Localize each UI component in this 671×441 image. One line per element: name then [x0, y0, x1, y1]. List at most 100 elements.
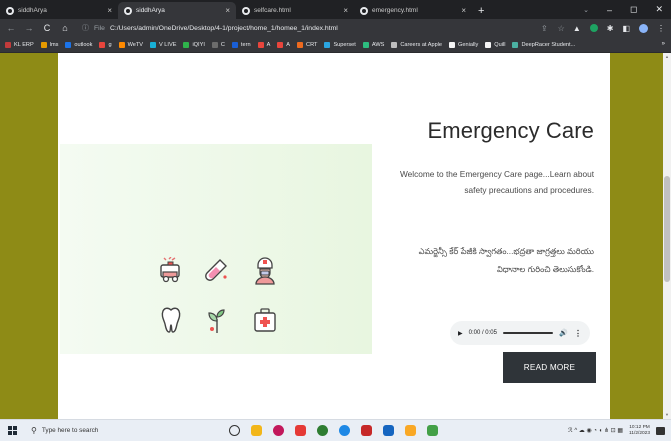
bookmark-item[interactable]: lms	[40, 41, 58, 48]
play-icon[interactable]: ▶	[458, 330, 463, 337]
volume-icon[interactable]: 🔊	[559, 329, 568, 337]
browser-menu-icon[interactable]: ⋮	[657, 24, 665, 33]
taskbar-search[interactable]: ⚲ Type here to search	[31, 426, 181, 435]
bookmark-item[interactable]: WeTV	[118, 41, 144, 48]
tab-close-icon[interactable]: ×	[107, 6, 112, 15]
scroll-up-arrow-icon[interactable]: ▲	[664, 54, 670, 60]
tab-favicon-icon	[6, 6, 14, 15]
bookmark-favicon-icon	[211, 41, 218, 48]
browser-tab[interactable]: siddhArya ×	[0, 2, 118, 19]
bookmark-favicon-icon	[5, 41, 11, 48]
app-icon[interactable]	[339, 425, 350, 436]
close-window-button[interactable]: ✕	[655, 4, 663, 15]
extensions-puzzle-icon[interactable]: ✱	[607, 24, 614, 33]
audio-player[interactable]: ▶ 0:00 / 0:05 🔊 ⋮	[450, 321, 590, 345]
bookmark-star-icon[interactable]: ☆	[558, 24, 565, 33]
scrollbar-thumb[interactable]	[664, 176, 670, 282]
bookmark-favicon-icon	[150, 41, 157, 48]
app-icon[interactable]	[427, 425, 438, 436]
share-icon[interactable]: ⇪	[541, 24, 548, 33]
bookmark-label: iQIYI	[192, 41, 205, 48]
bookmarks-overflow-button[interactable]: »	[662, 41, 665, 47]
brave-browser-icon[interactable]	[295, 425, 306, 436]
back-button[interactable]: ←	[6, 23, 16, 33]
windows-start-icon[interactable]	[8, 426, 17, 435]
browser-tab[interactable]: emergency.html ×	[354, 2, 472, 19]
bookmark-item[interactable]: V LIVE	[150, 41, 177, 48]
clock[interactable]: 10:12 PM 11/2/2023	[629, 425, 650, 437]
bookmark-label: Careers at Apple	[400, 41, 443, 48]
bookmark-favicon-icon	[485, 41, 492, 48]
side-panel-icon[interactable]: ◧	[622, 24, 630, 33]
bookmark-label: Superset	[333, 41, 356, 48]
minimize-button[interactable]: –	[607, 5, 612, 15]
bookmark-label: g	[108, 41, 112, 48]
bookmark-item[interactable]: iQIYI	[183, 41, 205, 48]
tooth-icon	[161, 307, 181, 333]
bookmark-item[interactable]: g	[99, 41, 112, 48]
page-scrollbar[interactable]: ▲ ▼	[663, 53, 671, 419]
tray-icons[interactable]: ℛ ^ ☁ ◉ ◔ ◖ ⋔ ⊡ ▦	[568, 427, 623, 434]
bookmark-item[interactable]: Careers at Apple	[391, 41, 443, 48]
cortana-icon[interactable]	[229, 425, 240, 436]
scroll-down-arrow-icon[interactable]: ▼	[664, 412, 670, 418]
tab-close-icon[interactable]: ×	[461, 6, 466, 15]
bookmark-favicon-icon	[512, 41, 519, 48]
bookmark-item[interactable]: AWS	[362, 41, 384, 48]
bookmark-item[interactable]: CRT	[297, 41, 317, 48]
system-tray: ℛ ^ ☁ ◉ ◔ ◖ ⋔ ⊡ ▦ 10:12 PM 11/2/2023	[568, 420, 665, 441]
tab-close-icon[interactable]: ×	[225, 6, 230, 15]
bookmark-label: Quill	[494, 41, 506, 48]
bookmark-label: tern	[240, 41, 251, 48]
bookmark-item[interactable]: KL ERP	[5, 41, 34, 48]
app-icon[interactable]	[273, 425, 284, 436]
bookmark-label: V LIVE	[159, 41, 177, 48]
new-tab-button[interactable]: +	[472, 5, 490, 19]
home-button[interactable]: ⌂	[60, 23, 70, 33]
browser-tab-active[interactable]: siddhArya ×	[118, 2, 236, 19]
tab-title: selfcare.html	[254, 7, 291, 14]
bookmark-favicon-icon	[297, 41, 304, 48]
tab-favicon-icon	[360, 6, 368, 15]
bookmark-favicon-icon	[277, 41, 284, 48]
profile-avatar[interactable]	[639, 23, 648, 33]
tab-close-icon[interactable]: ×	[343, 6, 348, 15]
bookmark-favicon-icon	[231, 41, 238, 48]
bookmark-item[interactable]: A	[277, 41, 290, 48]
bookmark-item[interactable]: Superset	[324, 41, 356, 48]
audio-progress-track[interactable]	[502, 332, 554, 334]
url-text[interactable]: C:/Users/admin/OneDrive/Desktop/4-1/proj…	[110, 25, 338, 32]
notification-icon[interactable]	[656, 426, 665, 435]
read-more-button[interactable]: READ MORE	[503, 352, 596, 383]
bookmark-item[interactable]: C	[211, 41, 225, 48]
extension-icon[interactable]: ▲	[573, 24, 581, 33]
browser-tab[interactable]: selfcare.html ×	[236, 2, 354, 19]
app-icon[interactable]	[361, 425, 372, 436]
windows-taskbar: ⚲ Type here to search ℛ ^ ☁ ◉ ◔ ◖ ⋔ ⊡ ▦ …	[0, 419, 671, 441]
bookmark-item[interactable]: Genially	[449, 41, 478, 48]
app-icon[interactable]	[383, 425, 394, 436]
bookmark-item[interactable]: DeepRacer Student...	[512, 41, 575, 48]
bookmark-item[interactable]: tern	[231, 41, 251, 48]
bookmark-favicon-icon	[183, 41, 190, 48]
maximize-button[interactable]: ◻	[630, 4, 637, 15]
bookmark-favicon-icon	[449, 41, 456, 48]
bookmark-label: WeTV	[127, 41, 144, 48]
tab-title: siddhArya	[18, 7, 47, 14]
bookmark-item[interactable]: A	[257, 41, 270, 48]
bookmark-item[interactable]: Quill	[485, 41, 506, 48]
more-options-icon[interactable]: ⋮	[574, 329, 582, 338]
reload-button[interactable]: C	[42, 23, 52, 33]
chrome-icon[interactable]	[317, 425, 328, 436]
site-info-icon[interactable]: ⓘ	[82, 23, 89, 33]
extension-green-icon[interactable]	[589, 24, 598, 32]
forward-button[interactable]: →	[24, 23, 34, 33]
file-explorer-icon[interactable]	[251, 425, 262, 436]
bookmark-favicon-icon	[118, 41, 125, 48]
herbal-plant-icon	[208, 309, 225, 333]
tab-search-icon[interactable]: ⌄	[583, 6, 589, 14]
app-icon[interactable]	[405, 425, 416, 436]
address-bar[interactable]: ⓘ File C:/Users/admin/OneDrive/Desktop/4…	[78, 21, 565, 35]
clock-time: 10:12 PM	[629, 424, 650, 430]
bookmark-item[interactable]: outlook	[65, 41, 92, 48]
